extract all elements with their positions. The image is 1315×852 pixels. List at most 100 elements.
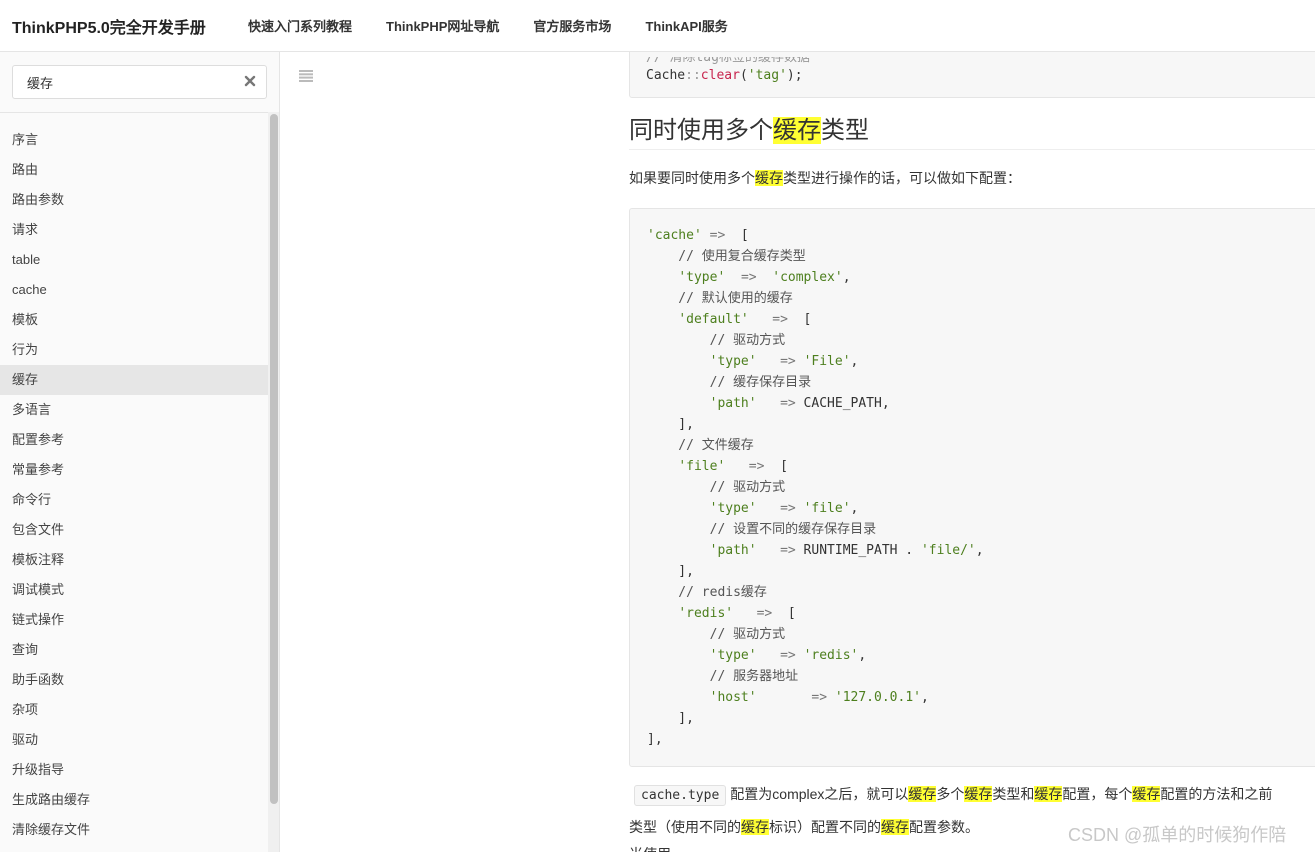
sidebar-item[interactable]: 链式操作 (0, 605, 268, 635)
code-line: 'type' => 'complex', (678, 270, 851, 285)
sidebar-item[interactable]: 助手函数 (0, 665, 268, 695)
clear-search-icon[interactable] (242, 73, 258, 89)
nav-link-api[interactable]: ThinkAPI服务 (645, 16, 727, 35)
top-navbar: ThinkPHP5.0完全开发手册 快速入门系列教程 ThinkPHP网址导航 … (0, 0, 1315, 52)
sidebar-item[interactable]: 查询 (0, 635, 268, 665)
code-token: ); (786, 68, 803, 83)
code-line: 'host' => '127.0.0.1', (709, 690, 929, 705)
nav-link-directory[interactable]: ThinkPHP网址导航 (386, 16, 499, 35)
code-block-top: // 清除tag标签的缓存数据 Cache::clear('tag'); (629, 52, 1315, 98)
paragraph: 如果要同时使用多个缓存类型进行操作的话，可以做如下配置： (629, 168, 1021, 188)
text: 配置为complex之后，就可以 (730, 786, 909, 802)
sidebar-item[interactable]: 模板注释 (0, 545, 268, 575)
code-line: 'path' => RUNTIME_PATH . 'file/', (709, 543, 984, 558)
code-comment: // 清除tag标签的缓存数据 (646, 57, 810, 65)
highlight: 缓存 (741, 819, 769, 835)
text: 类型进行操作的话，可以做如下配置： (783, 170, 1021, 186)
code-line: 'path' => CACHE_PATH, (709, 396, 890, 411)
heading-text: 类型 (821, 117, 869, 144)
code-line: 'cache' => [ (647, 228, 749, 243)
sidebar-item[interactable]: 路由 (0, 155, 268, 185)
sidebar-item[interactable]: cache (0, 275, 268, 305)
text: 类型和 (992, 786, 1035, 802)
highlight: 缓存 (964, 786, 993, 802)
sidebar-item[interactable]: 驱动 (0, 725, 268, 755)
code-line: 'default' => [ (678, 312, 812, 327)
brand-title[interactable]: ThinkPHP5.0完全开发手册 (12, 14, 206, 38)
code-line: // 缓存保存目录 (647, 375, 812, 390)
code-line: // 服务器地址 (647, 669, 799, 684)
sidebar-item[interactable]: 路由参数 (0, 185, 268, 215)
sidebar-item[interactable]: 序言 (0, 125, 268, 155)
sidebar-item[interactable]: 包含文件 (0, 515, 268, 545)
highlight: 缓存 (755, 170, 783, 186)
code-line: // 驱动方式 (647, 480, 786, 495)
text: 标识）配置不同的 (769, 819, 881, 835)
sidebar-item[interactable]: 调试模式 (0, 575, 268, 605)
code-line: 'type' => 'file', (709, 501, 859, 516)
text: 配置，每个 (1062, 786, 1133, 802)
text: 类型（使用不同的 (629, 819, 741, 835)
sidebar-item[interactable]: 升级指导 (0, 755, 268, 785)
toggle-sidebar-icon[interactable] (299, 70, 313, 82)
sidebar-item[interactable]: 行为 (0, 335, 268, 365)
heading-divider (629, 149, 1315, 150)
code-line: ], (647, 711, 694, 726)
sidebar-item[interactable]: 清除缓存文件 (0, 815, 268, 845)
code-token: clear (700, 68, 740, 83)
sidebar-item[interactable]: 配置参考 (0, 425, 268, 455)
code-line: Cache::clear('tag'); (646, 65, 1312, 87)
code-line: ], (647, 732, 663, 747)
sidebar-item[interactable]: table (0, 245, 268, 275)
paragraph: cache.type 配置为complex之后，就可以缓存多个缓存类型和缓存配置，… (629, 784, 1272, 806)
code-token: 'tag' (747, 68, 787, 83)
code-line: 'file' => [ (678, 459, 788, 474)
highlight: 缓存 (908, 786, 937, 802)
highlight: 缓存 (1034, 786, 1063, 802)
sidebar-item[interactable]: 常量参考 (0, 455, 268, 485)
code-line: // redis缓存 (647, 585, 767, 600)
heading-highlight: 缓存 (773, 117, 821, 144)
text: 配置的方法和之前 (1160, 786, 1273, 802)
sidebar-item[interactable]: 命令行 (0, 485, 268, 515)
sidebar-item[interactable]: 生成路由缓存 (0, 785, 268, 815)
code-line: 'type' => 'File', (709, 354, 859, 369)
code-line: // 设置不同的缓存保存目录 (647, 522, 877, 537)
code-token: :: (685, 68, 701, 83)
heading-text: 同时使用多个 (629, 117, 773, 144)
top-nav: 快速入门系列教程 ThinkPHP网址导航 官方服务市场 ThinkAPI服务 (248, 16, 762, 35)
search-bar (0, 52, 279, 113)
code-pre: 'cache' => [ // 使用复合缓存类型 'type' => 'comp… (647, 225, 1315, 750)
paragraph: 当使用 (629, 844, 671, 852)
code-line: ], (647, 564, 694, 579)
code-block: 'cache' => [ // 使用复合缓存类型 'type' => 'comp… (629, 208, 1315, 767)
highlight: 缓存 (1132, 786, 1161, 802)
code-token: Cache (646, 68, 686, 83)
code-line: // 默认使用的缓存 (647, 291, 793, 306)
sidebar-menu: 序言 路由 路由参数 请求 table cache 模板 行为 缓存 多语言 配置参考 常量参考 命令行… (0, 125, 268, 845)
paragraph: 类型（使用不同的缓存标识）配置不同的缓存配置参数。 (629, 817, 979, 837)
search-input[interactable] (12, 65, 267, 99)
code-line: 'type' => 'redis', (709, 648, 867, 663)
scrollbar-thumb[interactable] (270, 114, 278, 804)
watermark: CSDN @孤单的时候狗作陪 (1068, 825, 1287, 845)
sidebar: 序言路由路由参数请求tablecache模板行为缓存多语言配置参考常量参考命令行… (0, 52, 280, 852)
nav-link-market[interactable]: 官方服务市场 (533, 16, 611, 35)
text: 如果要同时使用多个 (629, 170, 755, 186)
sidebar-item[interactable]: 请求 (0, 215, 268, 245)
code-line: // 文件缓存 (647, 438, 754, 453)
nav-link-tutorial[interactable]: 快速入门系列教程 (248, 16, 352, 35)
code-line: 'redis' => [ (678, 606, 796, 621)
main-content: // 清除tag标签的缓存数据 Cache::clear('tag'); 同时使… (629, 52, 1315, 852)
code-line: // 驱动方式 (647, 333, 786, 348)
text: 多个 (936, 786, 965, 802)
sidebar-item[interactable]: 杂项 (0, 695, 268, 725)
text: 配置参数。 (909, 819, 979, 835)
code-line: // 使用复合缓存类型 (647, 249, 806, 264)
sidebar-item[interactable]: 多语言 (0, 395, 268, 425)
sidebar-item[interactable]: 缓存 (0, 365, 268, 395)
section-heading: 同时使用多个缓存类型 (629, 110, 869, 145)
sidebar-item[interactable]: 模板 (0, 305, 268, 335)
highlight: 缓存 (881, 819, 909, 835)
code-token: ( (739, 68, 748, 83)
